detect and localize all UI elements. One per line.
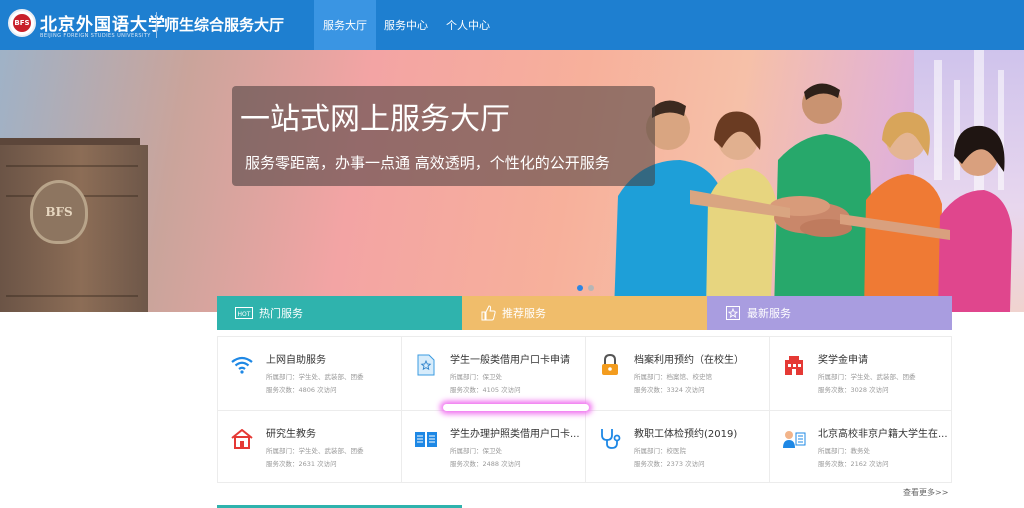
service-card-scholarship[interactable]: 奖学金申请 所属部门：学生处、武装部、团委 服务次数：3028 次访问: [770, 337, 954, 410]
banner-subheadline: 服务零距离，办事一点通 高效透明，个性化的公开服务: [245, 154, 610, 172]
service-department: 所属部门：教务处: [818, 447, 870, 455]
service-visit-count: 服务次数：4806 次访问: [266, 386, 337, 394]
service-title: 教职工体检预约(2019): [634, 429, 738, 440]
service-department: 所属部门：校医院: [634, 447, 686, 455]
tab-latest-label: 最新服务: [747, 307, 791, 320]
carousel-dot-1[interactable]: [577, 285, 583, 291]
new-badge-icon: [725, 305, 741, 321]
service-visit-count: 服务次数：2373 次访问: [634, 460, 705, 468]
tab-recommended-services[interactable]: 推荐服务: [462, 296, 707, 330]
thumbs-up-icon: [480, 305, 496, 321]
house-icon: [230, 427, 254, 451]
service-visit-count: 服务次数：3028 次访问: [818, 386, 889, 394]
service-card-nonlocal-students[interactable]: 北京高校非京户籍大学生在... 所属部门：教务处 服务次数：2162 次访问: [770, 411, 954, 484]
service-department: 所属部门：学生处、武装部、团委: [266, 373, 364, 381]
service-card-graduate-affairs[interactable]: 研究生教务 所属部门：学生处、武装部、团委 服务次数：2631 次访问: [218, 411, 402, 484]
service-visit-count: 服务次数：4105 次访问: [450, 386, 521, 394]
open-book-icon: [414, 427, 438, 451]
lock-icon: [598, 353, 622, 377]
service-title: 学生一般类借用户口卡申请: [450, 355, 570, 366]
building-icon: [782, 353, 806, 377]
service-title: 北京高校非京户籍大学生在...: [818, 429, 948, 440]
tab-hot-label: 热门服务: [259, 307, 303, 320]
service-visit-count: 服务次数：3324 次访问: [634, 386, 705, 394]
service-visit-count: 服务次数：2488 次访问: [450, 460, 521, 468]
service-title: 学生办理护照类借用户口卡...: [450, 429, 580, 440]
service-card-archive-appointment[interactable]: 档案利用预约（在校生） 所属部门：档案馆、校史馆 服务次数：3324 次访问: [586, 337, 770, 410]
service-visit-count: 服务次数：2631 次访问: [266, 460, 337, 468]
service-visit-count: 服务次数：2162 次访问: [818, 460, 889, 468]
service-card-staff-checkup[interactable]: 教职工体检预约(2019) 所属部门：校医院 服务次数：2373 次访问: [586, 411, 770, 484]
service-card-internet-self-service[interactable]: 上网自助服务 所属部门：学生处、武装部、团委 服务次数：4806 次访问: [218, 337, 402, 410]
carousel-dot-2[interactable]: [588, 285, 594, 291]
service-title: 上网自助服务: [266, 355, 326, 366]
banner-headline: 一站式网上服务大厅: [240, 102, 510, 137]
service-department: 所属部门：保卫处: [450, 447, 502, 455]
view-more-link[interactable]: 查看更多>>: [903, 487, 948, 498]
tab-recommended-label: 推荐服务: [502, 307, 546, 320]
service-department: 所属部门：档案馆、校史馆: [634, 373, 712, 381]
service-title: 奖学金申请: [818, 355, 868, 366]
stethoscope-icon: [598, 427, 622, 451]
service-department: 所属部门：保卫处: [450, 373, 502, 381]
service-department: 所属部门：学生处、武装部、团委: [266, 447, 364, 455]
tab-hot-services[interactable]: HOT 热门服务: [217, 296, 462, 330]
tab-latest-services[interactable]: 最新服务: [707, 296, 952, 330]
service-department: 所属部门：学生处、武装部、团委: [818, 373, 916, 381]
wifi-icon: [230, 353, 254, 377]
highlight-glow: [443, 404, 589, 411]
service-title: 档案利用预约（在校生）: [634, 355, 744, 366]
person-card-icon: [782, 427, 806, 451]
service-card-hukou-passport[interactable]: 学生办理护照类借用户口卡... 所属部门：保卫处 服务次数：2488 次访问: [402, 411, 586, 484]
svg-text:HOT: HOT: [238, 311, 251, 318]
service-title: 研究生教务: [266, 429, 316, 440]
hot-icon: HOT: [235, 307, 253, 319]
document-star-icon: [414, 353, 438, 377]
service-card-hukou-general[interactable]: 学生一般类借用户口卡申请 所属部门：保卫处 服务次数：4105 次访问: [402, 337, 586, 410]
